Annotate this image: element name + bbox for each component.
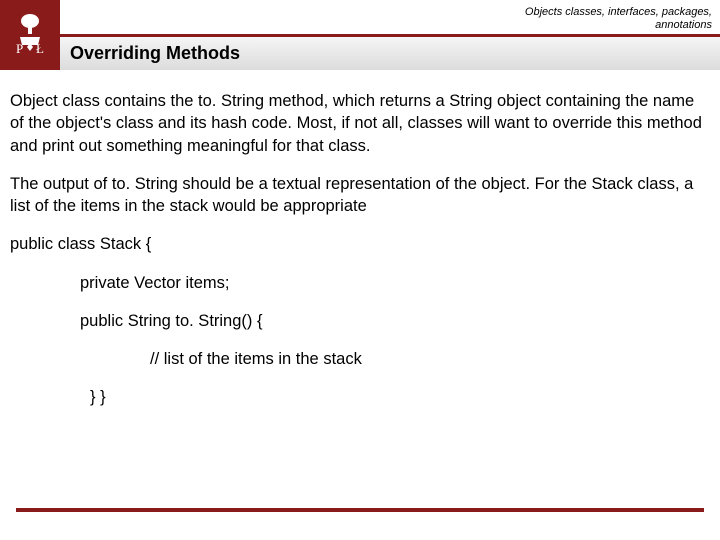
logo-letter-right: Ł	[36, 41, 44, 56]
footer-rule	[16, 508, 704, 512]
crest-icon: P Ł	[8, 9, 52, 61]
page-title: Overriding Methods	[70, 43, 240, 64]
breadcrumb-line2: annotations	[525, 19, 712, 32]
slide-header: P Ł Objects classes, interfaces, package…	[0, 0, 720, 70]
code-line-4: // list of the items in the stack	[10, 348, 710, 370]
slide-body: Object class contains the to. String met…	[0, 70, 720, 435]
code-line-1: public class Stack {	[10, 233, 710, 255]
code-line-2: private Vector items;	[10, 272, 710, 294]
breadcrumb-line1: Objects classes, interfaces, packages,	[525, 6, 712, 19]
code-line-5: } }	[10, 386, 710, 408]
title-bar: Overriding Methods	[60, 37, 720, 70]
university-logo: P Ł	[0, 0, 60, 70]
code-line-3: public String to. String() {	[10, 310, 710, 332]
paragraph-1: Object class contains the to. String met…	[10, 90, 710, 157]
logo-letter-left: P	[16, 41, 23, 56]
paragraph-2: The output of to. String should be a tex…	[10, 173, 710, 218]
breadcrumb: Objects classes, interfaces, packages, a…	[525, 6, 712, 32]
